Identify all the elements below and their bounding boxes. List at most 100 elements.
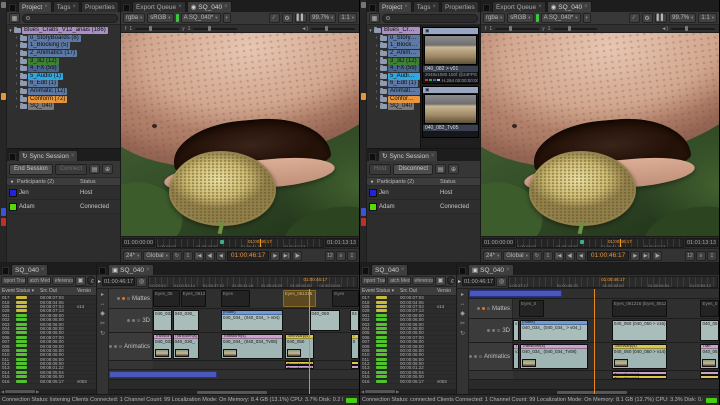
sync-action-button[interactable]: End Session bbox=[9, 164, 53, 175]
event-row[interactable]: 016 00:00:05:17 v003 bbox=[360, 379, 456, 383]
participant-row[interactable]: Jen Host bbox=[7, 186, 120, 200]
timeline-clip[interactable]: ▪ 040_05 bbox=[700, 320, 719, 341]
current-timecode[interactable]: 01:00:46:17 bbox=[227, 251, 269, 261]
spreadsheet-action-button[interactable]: xport Trac bbox=[1, 276, 26, 285]
expand-icon[interactable]: › bbox=[14, 35, 19, 41]
link-icon[interactable] bbox=[487, 329, 490, 332]
timeline-clip[interactable]: ▪ Eyes_061216 (Eyes_061216) bbox=[612, 300, 668, 317]
timeline-clip[interactable]: ▪ Eyes bbox=[332, 290, 359, 307]
close-icon[interactable]: × bbox=[224, 4, 228, 10]
step-back-button[interactable]: ◀ bbox=[576, 251, 586, 261]
volume-slider[interactable] bbox=[311, 28, 355, 30]
expand-icon[interactable]: › bbox=[14, 66, 19, 72]
expand-icon[interactable]: › bbox=[374, 96, 379, 102]
timeline-clip[interactable]: ▪T 0 bbox=[351, 334, 359, 359]
expand-icon[interactable]: › bbox=[374, 104, 379, 110]
panel-dock-icon[interactable] bbox=[123, 4, 130, 12]
panel-dock-icon[interactable] bbox=[362, 267, 369, 275]
gamma-value[interactable]: 1 bbox=[188, 26, 191, 32]
timeline-clip[interactable]: ▪ v1 bbox=[513, 320, 519, 341]
gear-icon[interactable]: ⚙ bbox=[282, 13, 293, 23]
dock-icon[interactable]: ≡ bbox=[336, 251, 346, 261]
frame-step-button[interactable]: 12 bbox=[325, 251, 335, 261]
track-lane[interactable]: ▪T v3 ▪Transform(s) 040_034_ (040_034_Tv… bbox=[513, 343, 719, 370]
snap-icon[interactable]: ◎ bbox=[136, 277, 147, 287]
tab-tags[interactable]: Tags× bbox=[413, 1, 440, 12]
tree-root-item[interactable]: ▾ Blues_Crabs_V12_anais (186) bbox=[8, 27, 120, 35]
gear-icon[interactable]: ⚙ bbox=[642, 13, 653, 23]
tree-item[interactable]: › 5_Audio (1) bbox=[8, 73, 120, 81]
timeline-ruler[interactable]: 01:00:29:1001:00:33:1401:00:37:1201:00:4… bbox=[148, 276, 358, 288]
timeline-clip[interactable]: ▪Tran 040_05 bbox=[700, 344, 719, 369]
sync-action-button[interactable]: Disconnect bbox=[393, 164, 433, 175]
goto-end-button[interactable]: |▶ bbox=[652, 251, 662, 261]
link-icon[interactable] bbox=[127, 319, 130, 322]
spreadsheet-action-button[interactable]: atch Medi bbox=[27, 276, 51, 285]
tree-item[interactable]: › Animatic (12) bbox=[8, 88, 120, 96]
track-lane[interactable]: ▪ v1 ▪(matte) 040_034_ (040_034_ > v04_)… bbox=[513, 319, 719, 342]
timeline-clip[interactable]: ▪ 040_032 bbox=[153, 310, 172, 331]
range-dropdown[interactable]: Global▾ bbox=[503, 251, 531, 261]
timeline-clip[interactable]: ▪ bbox=[469, 290, 562, 297]
fps-dropdown[interactable]: 24*▾ bbox=[483, 251, 502, 261]
razor-tool-icon[interactable]: ✂ bbox=[100, 320, 105, 327]
participant-row[interactable]: Jen Host bbox=[367, 186, 480, 200]
slip-tool-icon[interactable]: ↔ bbox=[100, 301, 106, 307]
pause-refresh-icon[interactable]: ▌▌ bbox=[295, 13, 308, 23]
tree-item[interactable]: › SQ_040 bbox=[8, 103, 120, 111]
lock-icon[interactable] bbox=[137, 319, 140, 322]
aspect-dropdown[interactable]: 1:1▾ bbox=[338, 13, 357, 23]
col-version[interactable]: Versio bbox=[77, 288, 96, 294]
lock-icon[interactable] bbox=[487, 307, 490, 310]
participant-row[interactable]: Adam Connected bbox=[367, 200, 480, 214]
select-tool-icon[interactable]: ▸ bbox=[101, 291, 104, 298]
bin-search-input[interactable] bbox=[22, 14, 118, 23]
tree-item[interactable]: › 4_FX (59) bbox=[368, 65, 420, 73]
gutter-mark[interactable] bbox=[361, 2, 366, 8]
next-edit-button[interactable]: ▶| bbox=[281, 251, 291, 261]
clipboard-icon[interactable]: ▤ bbox=[435, 164, 446, 174]
tree-item[interactable]: › SQ_040 bbox=[368, 103, 420, 111]
tab-export-queue[interactable]: Export Queue× bbox=[132, 1, 186, 12]
compare-dropdown[interactable]: ▾ bbox=[583, 13, 591, 23]
input-dropdown[interactable]: A SQ_040*▾ bbox=[181, 13, 221, 23]
wipe-tool-icon[interactable]: ∕ bbox=[269, 13, 280, 23]
spreadsheet-action-button[interactable]: atch Med bbox=[387, 276, 410, 285]
retime-tool-icon[interactable]: ↻ bbox=[100, 330, 105, 337]
expand-icon[interactable]: › bbox=[14, 73, 19, 79]
goto-start-button[interactable]: |◀ bbox=[554, 251, 564, 261]
spreadsheet-search-input[interactable] bbox=[87, 276, 95, 285]
tab-export-queue[interactable]: Export Queue× bbox=[492, 1, 546, 12]
timeline-clip[interactable]: ▪ TimeWarp(s) bbox=[612, 375, 668, 379]
lock-icon[interactable] bbox=[497, 329, 500, 332]
close-icon[interactable]: × bbox=[72, 4, 76, 10]
expand-icon[interactable]: ▾ bbox=[368, 28, 373, 34]
track-lane[interactable]: ▪ bbox=[109, 370, 359, 379]
wipe-tool-icon[interactable]: ∕ bbox=[629, 13, 640, 23]
timeline-clip[interactable]: ▪ bbox=[700, 375, 719, 379]
participant-row[interactable]: Adam Connected bbox=[7, 200, 120, 214]
track-lane[interactable]: ▪ Eyes_0 ▪ Eyes_061216 (Eyes_061216) ▪ bbox=[513, 299, 719, 318]
volume-slider[interactable] bbox=[671, 28, 715, 30]
close-icon[interactable]: × bbox=[506, 267, 510, 273]
clip-thumbnail[interactable] bbox=[424, 94, 477, 124]
expand-icon[interactable]: › bbox=[374, 89, 379, 95]
timeline-clip[interactable]: ▪Transform(s) 040_030_ bbox=[173, 334, 200, 359]
spreadsheet-action-button[interactable]: eference bbox=[52, 276, 74, 285]
select-tool-icon[interactable]: ▸ bbox=[461, 291, 464, 298]
panel-dock-icon[interactable] bbox=[459, 267, 466, 275]
range-dropdown[interactable]: Global▾ bbox=[143, 251, 171, 261]
timeline-clip[interactable]: ▪ Eyes_06 bbox=[153, 290, 180, 307]
tab-project[interactable]: Project× bbox=[378, 1, 412, 12]
tree-item[interactable]: › 5_Audio (1) bbox=[368, 73, 420, 81]
expand-icon[interactable]: › bbox=[374, 66, 379, 72]
panel-dock-icon[interactable] bbox=[9, 4, 16, 12]
tree-item[interactable]: › 0_StoryBoards (8) bbox=[8, 35, 120, 43]
step-forward-button[interactable]: ▶ bbox=[630, 251, 640, 261]
close-icon[interactable]: × bbox=[41, 267, 45, 273]
close-icon[interactable]: × bbox=[178, 4, 182, 10]
timeline-ruler[interactable]: 01:00:37:1701:00:45:2001:00:50:0001:00:5… bbox=[508, 276, 718, 288]
colorspace-dropdown[interactable]: sRGB▾ bbox=[507, 13, 533, 23]
viewer-image[interactable] bbox=[121, 33, 359, 236]
visibility-icon[interactable] bbox=[114, 345, 117, 348]
